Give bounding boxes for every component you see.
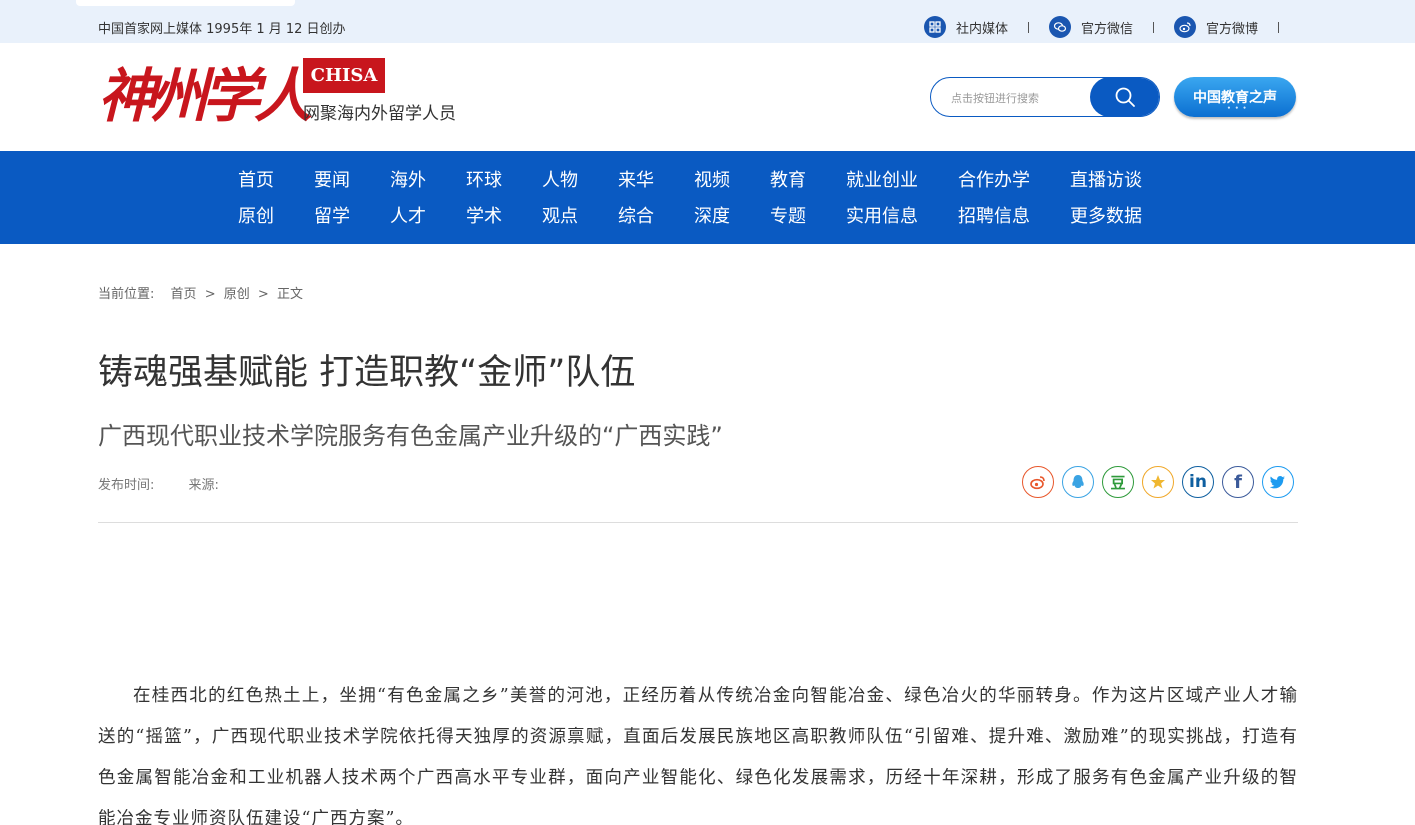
publish-time-label: 发布时间: [98, 478, 155, 493]
nav-item[interactable]: 学术 [466, 205, 542, 229]
decorative-dots: ••• [1227, 105, 1251, 112]
wechat-link[interactable]: 官方微信 [1048, 16, 1133, 38]
facebook-glyph: f [1234, 471, 1242, 493]
divider [1027, 21, 1029, 33]
divider [1152, 21, 1154, 33]
facebook-share-icon[interactable]: f [1222, 466, 1254, 498]
top-bar: 中国首家网上媒体 1995年 1 月 12 日创办 社内媒体 官方微信 官方微博 [0, 0, 1415, 43]
source-label: 来源: [188, 478, 219, 493]
breadcrumb-separator: > [257, 287, 269, 302]
main-nav: 首页 要闻 海外 环球 人物 来华 视频 教育 就业创业 合作办学 直播访谈 原… [0, 151, 1415, 244]
breadcrumb-home[interactable]: 首页 [171, 287, 197, 302]
divider [1278, 21, 1279, 33]
nav-item[interactable]: 就业创业 [846, 169, 958, 193]
top-links: 社内媒体 官方微信 官方微博 [923, 16, 1279, 38]
nav-item[interactable]: 海外 [390, 169, 466, 193]
voice-button-label: 中国教育之声 [1193, 90, 1277, 106]
qq-share-icon[interactable] [1062, 466, 1094, 498]
breadcrumb-separator: > [204, 287, 216, 302]
nav-item[interactable]: 招聘信息 [958, 205, 1070, 229]
nav-item[interactable]: 实用信息 [846, 205, 958, 229]
weibo-share-icon[interactable] [1022, 466, 1054, 498]
share-bar: 豆 in f [1022, 466, 1302, 498]
linkedin-glyph: in [1189, 472, 1207, 492]
nav-item[interactable]: 直播访谈 [1070, 169, 1170, 193]
nav-item[interactable]: 合作办学 [958, 169, 1070, 193]
weibo-icon [1173, 16, 1196, 38]
nav-item[interactable]: 人物 [542, 169, 618, 193]
linkedin-share-icon[interactable]: in [1182, 466, 1214, 498]
nav-row-1: 首页 要闻 海外 环球 人物 来华 视频 教育 就业创业 合作办学 直播访谈 [238, 169, 1170, 193]
site-logo[interactable]: 神州学人 CHISA 网聚海内外留学人员 [98, 55, 498, 140]
douban-glyph: 豆 [1110, 473, 1126, 492]
search-icon [1115, 87, 1135, 107]
wechat-icon [1048, 16, 1071, 38]
internal-media-link[interactable]: 社内媒体 [923, 16, 1008, 38]
search-button[interactable] [1090, 78, 1159, 116]
article-title: 铸魂强基赋能 打造职教“金师”队伍 [98, 353, 636, 393]
china-education-voice-button[interactable]: 中国教育之声 ••• [1174, 77, 1296, 117]
nav-item[interactable]: 环球 [466, 169, 542, 193]
logo-badge: CHISA [303, 58, 385, 93]
nav-item[interactable]: 人才 [390, 205, 466, 229]
twitter-share-icon[interactable] [1262, 466, 1294, 498]
wechat-label: 官方微信 [1080, 21, 1133, 37]
breadcrumb-current: 正文 [276, 287, 303, 302]
browser-tab-stub [76, 0, 295, 6]
grid-icon [923, 16, 946, 38]
nav-item[interactable]: 更多数据 [1070, 205, 1170, 229]
nav-item[interactable]: 教育 [770, 169, 846, 193]
douban-share-icon[interactable]: 豆 [1102, 466, 1134, 498]
article-subtitle: 广西现代职业技术学院服务有色金属产业升级的“广西实践” [98, 422, 723, 450]
nav-item[interactable]: 要闻 [314, 169, 390, 193]
nav-item[interactable]: 来华 [618, 169, 694, 193]
internal-media-label: 社内媒体 [955, 21, 1008, 37]
weibo-label: 官方微博 [1205, 21, 1258, 37]
nav-item[interactable]: 综合 [618, 205, 694, 229]
meta-divider [98, 522, 1298, 523]
nav-item[interactable]: 观点 [542, 205, 618, 229]
breadcrumb: 当前位置: 首页 > 原创 > 正文 [98, 283, 307, 302]
site-slogan: 中国首家网上媒体 1995年 1 月 12 日创办 [98, 22, 346, 37]
nav-item[interactable]: 专题 [770, 205, 846, 229]
nav-item[interactable]: 留学 [314, 205, 390, 229]
qzone-share-icon[interactable] [1142, 466, 1174, 498]
logo-calligraphy: 神州学人 [98, 62, 312, 130]
weibo-link[interactable]: 官方微博 [1173, 16, 1258, 38]
breadcrumb-original[interactable]: 原创 [224, 287, 250, 302]
search-input[interactable] [951, 87, 1091, 109]
logo-tagline: 网聚海内外留学人员 [303, 104, 456, 124]
nav-item[interactable]: 原创 [238, 205, 314, 229]
article-paragraph: 在桂西北的红色热土上，坐拥“有色金属之乡”美誉的河池，正经历着从传统冶金向智能冶… [98, 686, 1298, 825]
nav-item[interactable]: 首页 [238, 169, 314, 193]
search-box [930, 77, 1160, 117]
breadcrumb-prefix: 当前位置: [98, 287, 155, 302]
nav-row-2: 原创 留学 人才 学术 观点 综合 深度 专题 实用信息 招聘信息 更多数据 [238, 205, 1170, 229]
nav-item[interactable]: 深度 [694, 205, 770, 229]
article-meta: 发布时间: 来源: [98, 474, 219, 493]
nav-item[interactable]: 视频 [694, 169, 770, 193]
